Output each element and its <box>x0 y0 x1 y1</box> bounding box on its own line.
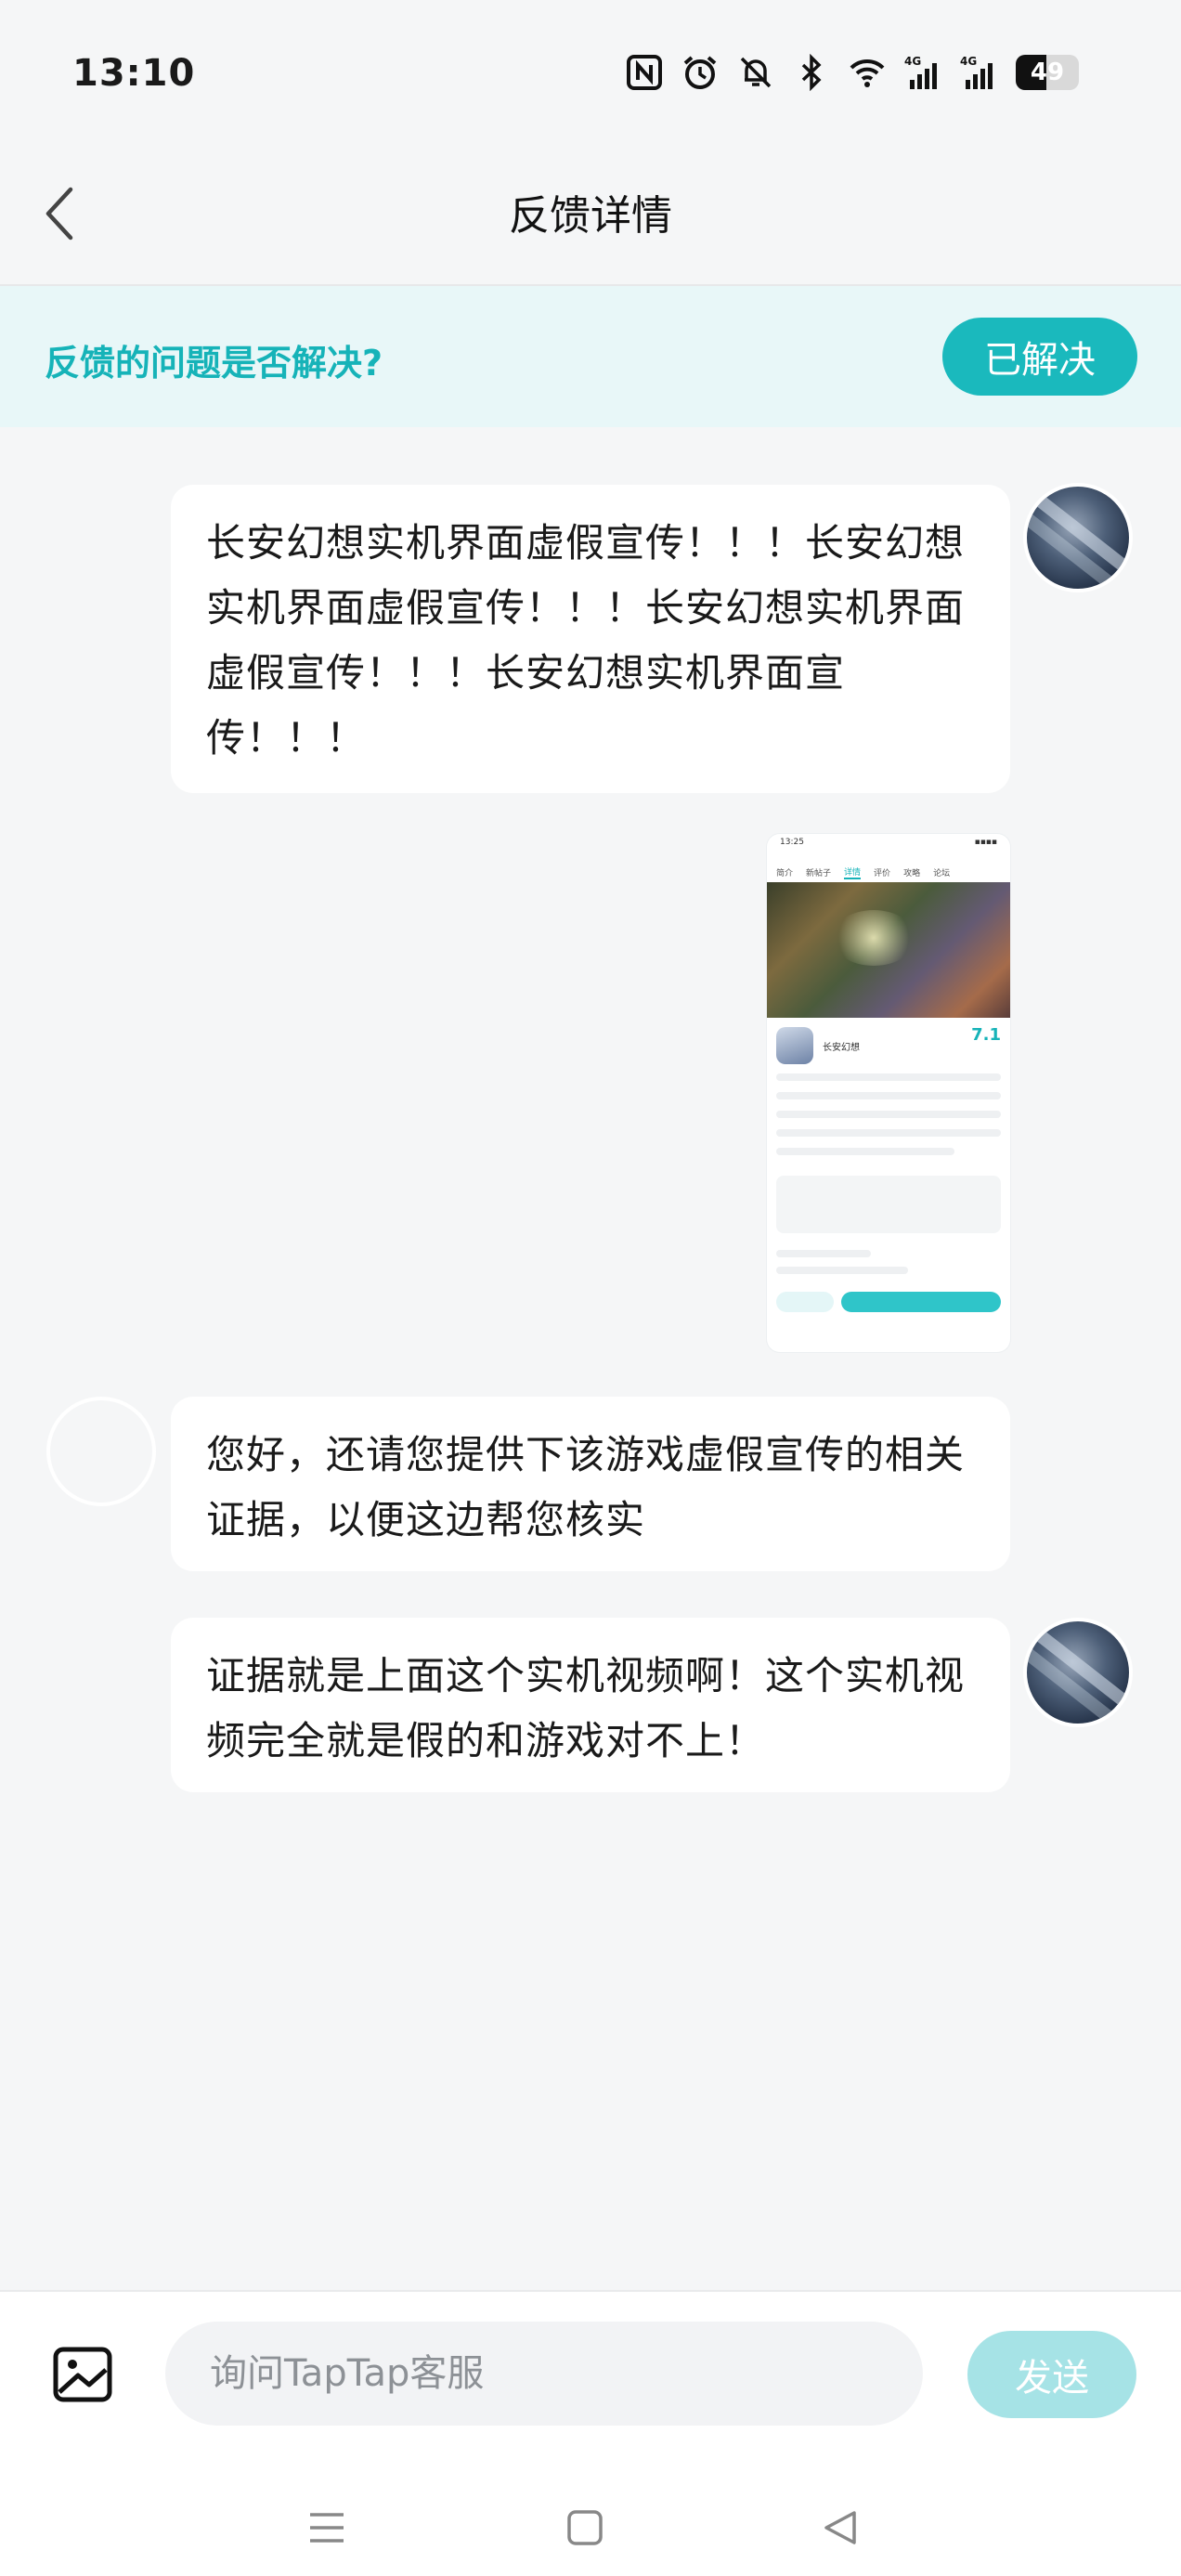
thumb-tab: 论坛 <box>933 868 951 878</box>
thumb-tab: 新帖子 <box>806 868 832 878</box>
alarm-icon <box>683 56 717 89</box>
user-avatar[interactable] <box>1023 483 1133 592</box>
send-button[interactable]: 发送 <box>967 2331 1136 2418</box>
thumb-line <box>776 1111 1001 1118</box>
signal-4g-icon: 4G <box>904 55 937 89</box>
message-text: 长安幻想实机界面虚假宣传！！！长安幻想实机界面虚假宣传！！！长安幻想实机界面虚假… <box>206 520 966 761</box>
resolved-button[interactable]: 已解决 <box>942 318 1137 396</box>
thumb-review-card <box>776 1176 1001 1233</box>
thumb-line <box>776 1267 908 1274</box>
thumb-action-bar <box>776 1291 1001 1313</box>
signal-4g-icon: 4G <box>960 55 993 89</box>
thumb-game-info: 长安幻想 <box>776 1027 860 1064</box>
image-icon[interactable] <box>52 2346 113 2403</box>
svg-text:4G: 4G <box>904 55 921 68</box>
thumb-tab-active: 详情 <box>844 865 862 879</box>
message-bubble-support: 您好，还请您提供下该游戏虚假宣传的相关证据，以便这边帮您核实 <box>171 1397 1010 1571</box>
message-image-screenshot[interactable]: 13:25 ▪▪▪▪ 简介 新帖子 详情 评价 攻略 论坛 长安幻想 7.1 <box>767 834 1010 1352</box>
user-avatar[interactable] <box>1023 1618 1133 1727</box>
thumb-tab: 简介 <box>776 868 794 878</box>
message-text: 证据就是上面这个实机视频啊！这个实机视频完全就是假的和游戏对不上！ <box>206 1653 966 1763</box>
bluetooth-icon <box>801 54 822 91</box>
thumb-tabs: 简介 新帖子 详情 评价 攻略 论坛 <box>767 860 1010 884</box>
status-icons: 4G 4G 49 <box>626 54 1079 91</box>
system-nav-bar <box>0 2478 1181 2576</box>
thumb-game-icon <box>776 1027 813 1064</box>
support-avatar[interactable] <box>46 1397 156 1506</box>
resolution-question: 反馈的问题是否解决? <box>45 343 383 384</box>
home-square-icon[interactable] <box>557 2504 613 2552</box>
resolution-banner: 反馈的问题是否解决? 已解决 <box>0 286 1181 427</box>
thumb-line <box>776 1092 1001 1099</box>
page-title: 反馈详情 <box>509 192 672 240</box>
message-input[interactable] <box>165 2322 923 2426</box>
mute-icon <box>740 57 772 88</box>
message-text: 您好，还请您提供下该游戏虚假宣传的相关证据，以便这边帮您核实 <box>206 1432 966 1542</box>
thumb-status-icons: ▪▪▪▪ <box>974 838 997 847</box>
thumb-time: 13:25 <box>780 838 804 847</box>
thumb-line <box>776 1250 871 1257</box>
menu-icon[interactable] <box>299 2504 355 2552</box>
message-bubble-user: 长安幻想实机界面虚假宣传！！！长安幻想实机界面虚假宣传！！！长安幻想实机界面虚假… <box>171 485 1010 793</box>
battery-level: 49 <box>1030 59 1065 86</box>
thumb-game-name: 长安幻想 <box>823 1042 860 1053</box>
status-bar: 13:10 4G 4G 49 <box>0 0 1181 139</box>
thumb-line <box>776 1129 1001 1137</box>
message-bubble-user: 证据就是上面这个实机视频啊！这个实机视频完全就是假的和游戏对不上！ <box>171 1618 1010 1792</box>
back-triangle-icon[interactable] <box>813 2504 869 2552</box>
thumb-line <box>776 1073 1001 1081</box>
thumb-score: 7.1 <box>971 1025 1001 1045</box>
status-time: 13:10 <box>72 52 196 95</box>
wifi-icon <box>850 59 885 87</box>
thumb-gameplay-video <box>767 882 1010 1018</box>
input-bar: 发送 <box>0 2290 1181 2576</box>
thumb-download-button <box>841 1292 1001 1312</box>
thumb-follow-button <box>776 1292 834 1312</box>
thumb-tab: 评价 <box>874 868 891 878</box>
top-app-bar: 反馈详情 <box>0 139 1181 286</box>
battery-icon: 49 <box>1016 55 1079 90</box>
svg-text:4G: 4G <box>960 55 977 68</box>
thumb-tab: 攻略 <box>903 868 921 878</box>
thumb-status-bar: 13:25 ▪▪▪▪ <box>767 834 1010 860</box>
nfc-icon <box>627 55 662 90</box>
thumb-line <box>776 1148 954 1155</box>
